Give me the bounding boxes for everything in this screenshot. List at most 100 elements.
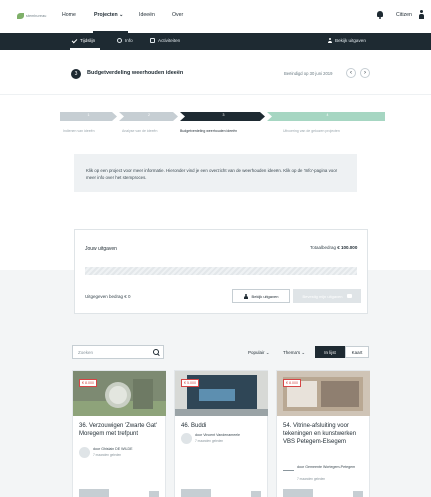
project-date: 7 maanden geleden <box>195 439 224 443</box>
project-photo <box>277 371 370 416</box>
logo[interactable]: stembureau <box>17 12 47 21</box>
project-price: € 5.000 <box>181 379 199 387</box>
project-title[interactable]: 46. Buddi <box>181 422 265 430</box>
stepper-num-2: 2 <box>148 113 150 117</box>
comment-icon[interactable] <box>251 491 261 497</box>
phase-info-text: Klik op een project voor meer informatie… <box>86 168 338 180</box>
info-icon <box>117 38 122 43</box>
tab-info-label: Info <box>125 38 133 43</box>
stepper-label-1: Indienen van ideeën <box>63 129 95 133</box>
nav-projecten[interactable]: Projecten ⌄ <box>94 12 123 18</box>
project-image: € 8.000 <box>277 371 370 416</box>
expenses-spent-value: € 0 <box>124 294 131 299</box>
submit-expenses-button[interactable]: Bevestig mijn uitgaven <box>293 289 361 303</box>
stepper-label-4: Uitvoering van de gekozen projecten <box>283 129 340 133</box>
top-navigation: stembureau Home Projecten ⌄ Ideeën Over … <box>0 0 431 33</box>
expenses-title: Jouw uitgaven <box>85 246 117 252</box>
tab-info[interactable]: Info <box>117 38 133 43</box>
expenses-progress-bar <box>85 267 357 275</box>
view-list-toggle[interactable]: In lijst <box>315 346 345 358</box>
project-image: € 8.000 <box>73 371 166 416</box>
project-card[interactable]: € 5.000 46. Buddi door Vincent Vandename… <box>174 370 268 497</box>
project-price: € 8.000 <box>283 379 301 387</box>
avatar <box>79 447 90 458</box>
expenses-total-label: Totaalbedrag <box>310 245 337 250</box>
expenses-total: Totaalbedrag € 100.000 <box>310 245 357 250</box>
topics-dropdown-label: Thema's <box>283 350 301 355</box>
nav-home[interactable]: Home <box>62 12 76 18</box>
leaf-icon <box>17 13 24 19</box>
stepper-num-3: 3 <box>222 113 225 117</box>
view-expenses-link[interactable]: Bekijk uitgaven <box>327 38 366 43</box>
add-project-button[interactable] <box>79 489 109 497</box>
project-author: door Vincent Vandenameele <box>195 433 241 437</box>
nav-over[interactable]: Over <box>172 12 183 18</box>
bell-icon[interactable] <box>377 11 383 19</box>
tab-tijdslijn[interactable]: Tijdslijn <box>72 38 95 43</box>
project-date: 7 maanden geleden <box>297 477 326 481</box>
nav-projecten-label: Projecten <box>94 12 118 18</box>
avatar <box>181 433 192 444</box>
view-expenses-button[interactable]: Bekijk uitgaven <box>232 289 290 303</box>
add-project-button[interactable] <box>181 489 211 497</box>
stepper-label-2: Analyse van de ideeën <box>122 129 158 133</box>
tab-tijdslijn-label: Tijdslijn <box>80 38 96 43</box>
comment-icon[interactable] <box>353 491 363 497</box>
view-expenses-button-label: Bekijk uitgaven <box>251 293 279 299</box>
divider <box>0 94 431 95</box>
project-photo <box>175 371 268 416</box>
phase-number: 3 <box>71 69 81 79</box>
divider <box>283 470 294 471</box>
project-title[interactable]: 36. Verzouwigen 'Zwarte Gat' Moregem met… <box>79 422 163 438</box>
person-icon <box>327 38 332 43</box>
user-name[interactable]: Citizen <box>396 12 412 18</box>
project-image: € 5.000 <box>175 371 268 416</box>
comment-icon[interactable] <box>149 491 159 497</box>
next-phase-button[interactable]: › <box>360 68 370 78</box>
phase-stepper: 1 2 3 4 Indienen van ideeën Analyse van … <box>60 112 385 136</box>
project-subnav: Tijdslijn Info Activiteiten Bekijk uitga… <box>0 33 431 50</box>
person-icon <box>244 293 249 299</box>
phase-info-box: Klik op een project voor meer informatie… <box>74 154 357 192</box>
phase-header: 3 Budgetverdeling weerhouden ideeën Beëi… <box>0 50 431 100</box>
project-card[interactable]: € 8.000 36. Verzouwigen 'Zwarte Gat' Mor… <box>72 370 166 497</box>
chevron-down-icon: ⌄ <box>265 350 270 355</box>
expenses-spent: Uitgegeven bedrag € 0 <box>85 294 131 299</box>
previous-phase-button[interactable]: ‹ <box>346 68 356 78</box>
search-placeholder: Zoeken <box>78 350 94 355</box>
expenses-spent-label: Uitgegeven bedrag <box>85 294 124 299</box>
submit-expenses-button-label: Bevestig mijn uitgaven <box>302 293 343 299</box>
stepper-num-1: 1 <box>87 113 90 117</box>
project-author: door Ghislain DE WILDE <box>93 447 133 451</box>
chevron-down-icon: ⌄ <box>301 350 306 355</box>
logo-text: stembureau <box>26 14 47 18</box>
tab-activiteiten[interactable]: Activiteiten <box>150 38 180 43</box>
phase-deadline: Beëindigd op 30 juni 2019 <box>284 71 333 76</box>
calendar-icon <box>150 38 155 43</box>
project-card[interactable]: € 8.000 54. Vitrine-afsluiting voor teke… <box>276 370 370 497</box>
project-title[interactable]: 54. Vitrine-afsluiting voor tekeningen e… <box>283 422 367 446</box>
project-date: 7 maanden geleden <box>93 453 122 457</box>
view-expenses-link-label: Bekijk uitgaven <box>335 38 366 43</box>
phase-title: Budgetverdeling weerhouden ideeën <box>87 70 184 76</box>
project-photo <box>73 371 166 416</box>
chevron-down-icon: ⌄ <box>119 12 124 18</box>
nav-ideeen[interactable]: Ideeën <box>139 12 155 18</box>
view-map-toggle[interactable]: Kaart <box>345 346 369 358</box>
sort-dropdown-label: Populair <box>248 350 265 355</box>
sort-dropdown[interactable]: Populair ⌄ <box>248 350 270 356</box>
stepper-num-4: 4 <box>326 113 329 117</box>
lock-icon <box>346 294 352 298</box>
tab-activiteiten-label: Activiteiten <box>158 38 181 43</box>
search-input[interactable]: Zoeken <box>72 345 164 359</box>
expenses-total-value: € 100.000 <box>337 245 358 250</box>
topics-dropdown[interactable]: Thema's ⌄ <box>283 350 305 356</box>
project-author: door Gemeente Wortegem-Petegem <box>297 465 356 469</box>
project-price: € 8.000 <box>79 379 97 387</box>
add-project-button[interactable] <box>283 489 313 497</box>
stepper-label-3: Budgetverdeling weerhouden ideeën <box>180 129 238 133</box>
search-icon <box>153 349 159 355</box>
expenses-card: Jouw uitgaven Totaalbedrag € 100.000 Uit… <box>74 229 368 314</box>
user-icon[interactable] <box>419 10 424 19</box>
check-icon <box>72 38 77 43</box>
